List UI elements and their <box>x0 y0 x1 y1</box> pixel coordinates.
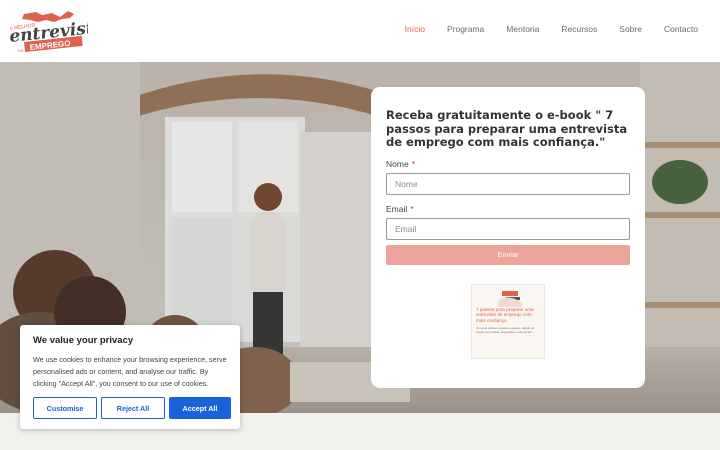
email-label-row: Email * <box>386 204 630 214</box>
submit-button[interactable]: Enviar <box>386 244 630 265</box>
nav-inicio[interactable]: Início <box>405 24 425 34</box>
nav-programa[interactable]: Programa <box>447 24 484 34</box>
ebook-title: 7 passos para preparar uma entrevista de… <box>476 307 534 323</box>
site-header: o MELHOR entrevista DE EMPREGO Início Pr… <box>0 0 720 62</box>
nav-mentoria[interactable]: Mentoria <box>506 24 539 34</box>
cookie-title: We value your privacy <box>33 335 134 346</box>
ebook-logo-icon <box>498 291 522 307</box>
name-input[interactable] <box>386 172 630 195</box>
nav-recursos[interactable]: Recursos <box>561 24 597 34</box>
name-label-row: Nome * <box>386 159 630 169</box>
reject-all-button[interactable]: Reject All <box>101 397 165 419</box>
main-nav: Início Programa Mentoria Recursos Sobre … <box>405 24 698 34</box>
customise-button[interactable]: Customise <box>33 397 97 419</box>
accept-all-button[interactable]: Accept All <box>169 397 231 419</box>
site-logo[interactable]: o MELHOR entrevista DE EMPREGO <box>8 8 88 54</box>
name-label: Nome <box>386 158 409 169</box>
signup-title: Receba gratuitamente o e-book " 7 passos… <box>386 108 628 149</box>
logo-ribbon-left: DE <box>18 48 24 53</box>
email-label: Email <box>386 203 408 214</box>
ebook-subtitle: Um guia prático e passo-a-passo, rápido … <box>476 326 535 334</box>
required-mark: * <box>411 158 415 169</box>
nav-contacto[interactable]: Contacto <box>664 24 698 34</box>
cookie-text: We use cookies to enhance your browsing … <box>33 355 227 388</box>
cookie-consent-banner: We value your privacy We use cookies to … <box>20 325 240 429</box>
ebook-signup-card: Receba gratuitamente o e-book " 7 passos… <box>371 87 645 388</box>
ebook-cover: 7 passos para preparar uma entrevista de… <box>471 284 545 359</box>
cookie-buttons: Customise Reject All Accept All <box>33 397 231 419</box>
nav-sobre[interactable]: Sobre <box>619 24 642 34</box>
email-input[interactable] <box>386 217 630 240</box>
required-mark: * <box>410 203 414 214</box>
